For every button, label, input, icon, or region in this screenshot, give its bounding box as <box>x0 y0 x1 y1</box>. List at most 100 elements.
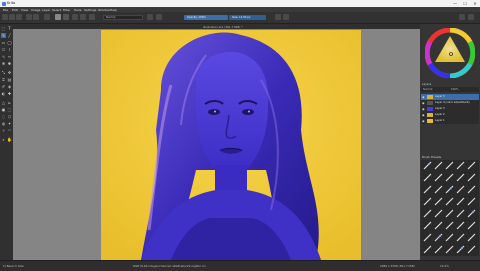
brush-preset-thumbnails[interactable] <box>421 160 479 256</box>
document-tab-title: illustration.kra (361.7 MiB) * <box>203 24 243 29</box>
window-title: Krita <box>7 1 16 5</box>
visibility-icon[interactable]: ◉ <box>422 119 425 123</box>
size-slider[interactable]: Size: 14.00 px <box>229 14 266 20</box>
text-tool-icon[interactable]: T <box>7 26 12 31</box>
layer-name: Layer 5 <box>435 95 445 98</box>
menu-window[interactable]: Window <box>98 8 110 12</box>
rect-select-tool-icon[interactable]: ⬚ <box>7 107 12 112</box>
similar-select-tool-icon[interactable]: ✧ <box>1 128 6 133</box>
ellipse-tool-icon[interactable]: ◯ <box>7 40 12 45</box>
bezier-select-tool-icon[interactable]: ◠ <box>7 128 12 133</box>
eraser-mode-icon[interactable] <box>89 14 95 20</box>
toolbox: ⬚ T ✎ ╱ ▭ ◯ ⬠ ⌇ ∿ ∾ ❋ ✺ ⤡ ✥ ⌗ ▤ ✐ ◈ ◐ ✚ … <box>0 24 13 260</box>
rectangle-tool-icon[interactable]: ▭ <box>1 40 6 45</box>
polygon-select-tool-icon[interactable]: ⬡ <box>7 114 12 119</box>
open-document-icon[interactable] <box>9 14 15 20</box>
measure-tool-icon[interactable]: ⊾ <box>7 100 12 105</box>
visibility-icon[interactable]: ◉ <box>422 107 425 111</box>
polyline-tool-icon[interactable]: ⌇ <box>7 47 12 52</box>
menu-view[interactable]: View <box>21 8 28 12</box>
menu-file[interactable]: File <box>3 8 8 12</box>
ellipse-select-tool-icon[interactable]: ◌ <box>1 114 6 119</box>
line-tool-icon[interactable]: ╱ <box>7 33 12 38</box>
polygon-tool-icon[interactable]: ⬠ <box>1 47 6 52</box>
menu-select[interactable]: Select <box>52 8 61 12</box>
menu-settings[interactable]: Settings <box>84 8 96 12</box>
dockers-panel: Layers Normal 100% ◉ Layer 5 ◉ Layer 4 (… <box>420 24 480 260</box>
menu-help[interactable]: Help <box>110 8 117 12</box>
tool-options-bar: Normal Opacity: 100% Size: 14.00 px <box>0 12 480 24</box>
gradient-icon[interactable] <box>44 14 50 20</box>
layer-name: Layer 4 (color adjustment) <box>435 101 470 104</box>
wrap-around-icon[interactable] <box>459 14 465 20</box>
foreground-color-swatch[interactable] <box>55 14 61 20</box>
undo-icon[interactable] <box>26 14 32 20</box>
new-document-icon[interactable] <box>2 14 8 20</box>
colorize-mask-tool-icon[interactable]: ◐ <box>1 91 6 96</box>
layer-blend-controls: Normal 100% <box>421 87 479 92</box>
image-size-status: 2480 x 3508 (361.7 MiB) <box>380 264 415 268</box>
multibrush-tool-icon[interactable]: ✺ <box>7 61 12 66</box>
visibility-icon[interactable]: ◉ <box>422 113 425 117</box>
select-shapes-tool-icon[interactable]: ⬚ <box>1 26 6 31</box>
reload-preset-icon[interactable] <box>147 14 153 20</box>
freehand-path-tool-icon[interactable]: ∾ <box>7 54 12 59</box>
layer-row[interactable]: ◉ Layer 5 <box>421 94 479 100</box>
layer-blend-mode[interactable]: Normal <box>423 88 432 91</box>
bezier-tool-icon[interactable]: ∿ <box>1 54 6 59</box>
contiguous-select-tool-icon[interactable]: ✦ <box>7 121 12 126</box>
advanced-color-selector[interactable] <box>425 28 475 78</box>
opacity-slider[interactable]: Opacity: 100% <box>184 14 228 20</box>
alpha-lock-icon[interactable] <box>156 14 162 20</box>
layer-thumbnail <box>427 94 433 99</box>
menu-filter[interactable]: Filter <box>63 8 70 12</box>
layer-row[interactable]: ◉ Layer 4 (color adjustment) <box>421 100 479 106</box>
layers-panel-title: Layers <box>422 82 432 86</box>
layer-row[interactable]: ◉ Layer 1 <box>421 118 479 124</box>
transform-tool-icon[interactable]: ⤡ <box>1 70 6 75</box>
brush-presets-icon[interactable] <box>72 14 78 20</box>
brush-presets-title: Brush Presets <box>422 155 442 159</box>
pan-tool-icon[interactable]: ✋ <box>7 137 12 142</box>
blend-mode-dropdown[interactable]: Normal <box>103 14 143 20</box>
reference-images-tool-icon[interactable]: ▣ <box>1 107 6 112</box>
visibility-icon[interactable]: ◉ <box>422 95 425 99</box>
zoom-tool-icon[interactable]: ⌕ <box>1 137 6 142</box>
zoom-level[interactable]: 19.4% <box>440 264 449 268</box>
save-icon[interactable] <box>16 14 22 20</box>
color-profile-status: RGB (8-bit integer/channel) sRGB-elle-V2… <box>133 264 206 268</box>
maximize-button[interactable]: ☐ <box>460 0 470 7</box>
painting-canvas[interactable] <box>101 30 361 260</box>
title-bar: Krita — ☐ ✕ <box>0 0 480 7</box>
layer-row[interactable]: ◉ Layer 2 <box>421 112 479 118</box>
freehand-select-tool-icon[interactable]: ◍ <box>1 121 6 126</box>
layer-name: Layer 2 <box>435 113 445 116</box>
close-button[interactable]: ✕ <box>470 0 480 7</box>
workspace-chooser-icon[interactable] <box>468 14 474 20</box>
visibility-icon[interactable]: ◉ <box>422 101 425 105</box>
move-tool-icon[interactable]: ✥ <box>7 70 12 75</box>
assistant-tool-icon[interactable]: △ <box>1 100 6 105</box>
minimize-button[interactable]: — <box>450 0 460 7</box>
menu-image[interactable]: Image <box>31 8 40 12</box>
fill-tool-icon[interactable]: ◈ <box>7 84 12 89</box>
layer-opacity[interactable]: 100% <box>451 88 458 91</box>
pattern-icon[interactable] <box>63 14 69 20</box>
freehand-brush-tool-icon[interactable]: ✎ <box>1 33 6 38</box>
smart-patch-tool-icon[interactable]: ✚ <box>7 91 12 96</box>
brush-editor-icon[interactable] <box>80 14 86 20</box>
layer-row[interactable]: ◉ Layer 3 <box>421 106 479 112</box>
document-tab[interactable]: illustration.kra (361.7 MiB) * <box>13 24 420 29</box>
brush-presets-grid <box>421 160 479 256</box>
current-brush-status: b) Basic-5 Size <box>3 264 24 268</box>
redo-icon[interactable] <box>33 14 39 20</box>
menu-tools[interactable]: Tools <box>74 8 81 12</box>
crop-tool-icon[interactable]: ⌗ <box>1 77 6 82</box>
color-picker-tool-icon[interactable]: ✐ <box>1 84 6 89</box>
mirror-horizontal-icon[interactable] <box>275 14 281 20</box>
menu-edit[interactable]: Edit <box>12 8 18 12</box>
menu-layer[interactable]: Layer <box>42 8 50 12</box>
gradient-tool-icon[interactable]: ▤ <box>7 77 12 82</box>
mirror-vertical-icon[interactable] <box>283 14 289 20</box>
dynamic-brush-tool-icon[interactable]: ❋ <box>1 61 6 66</box>
